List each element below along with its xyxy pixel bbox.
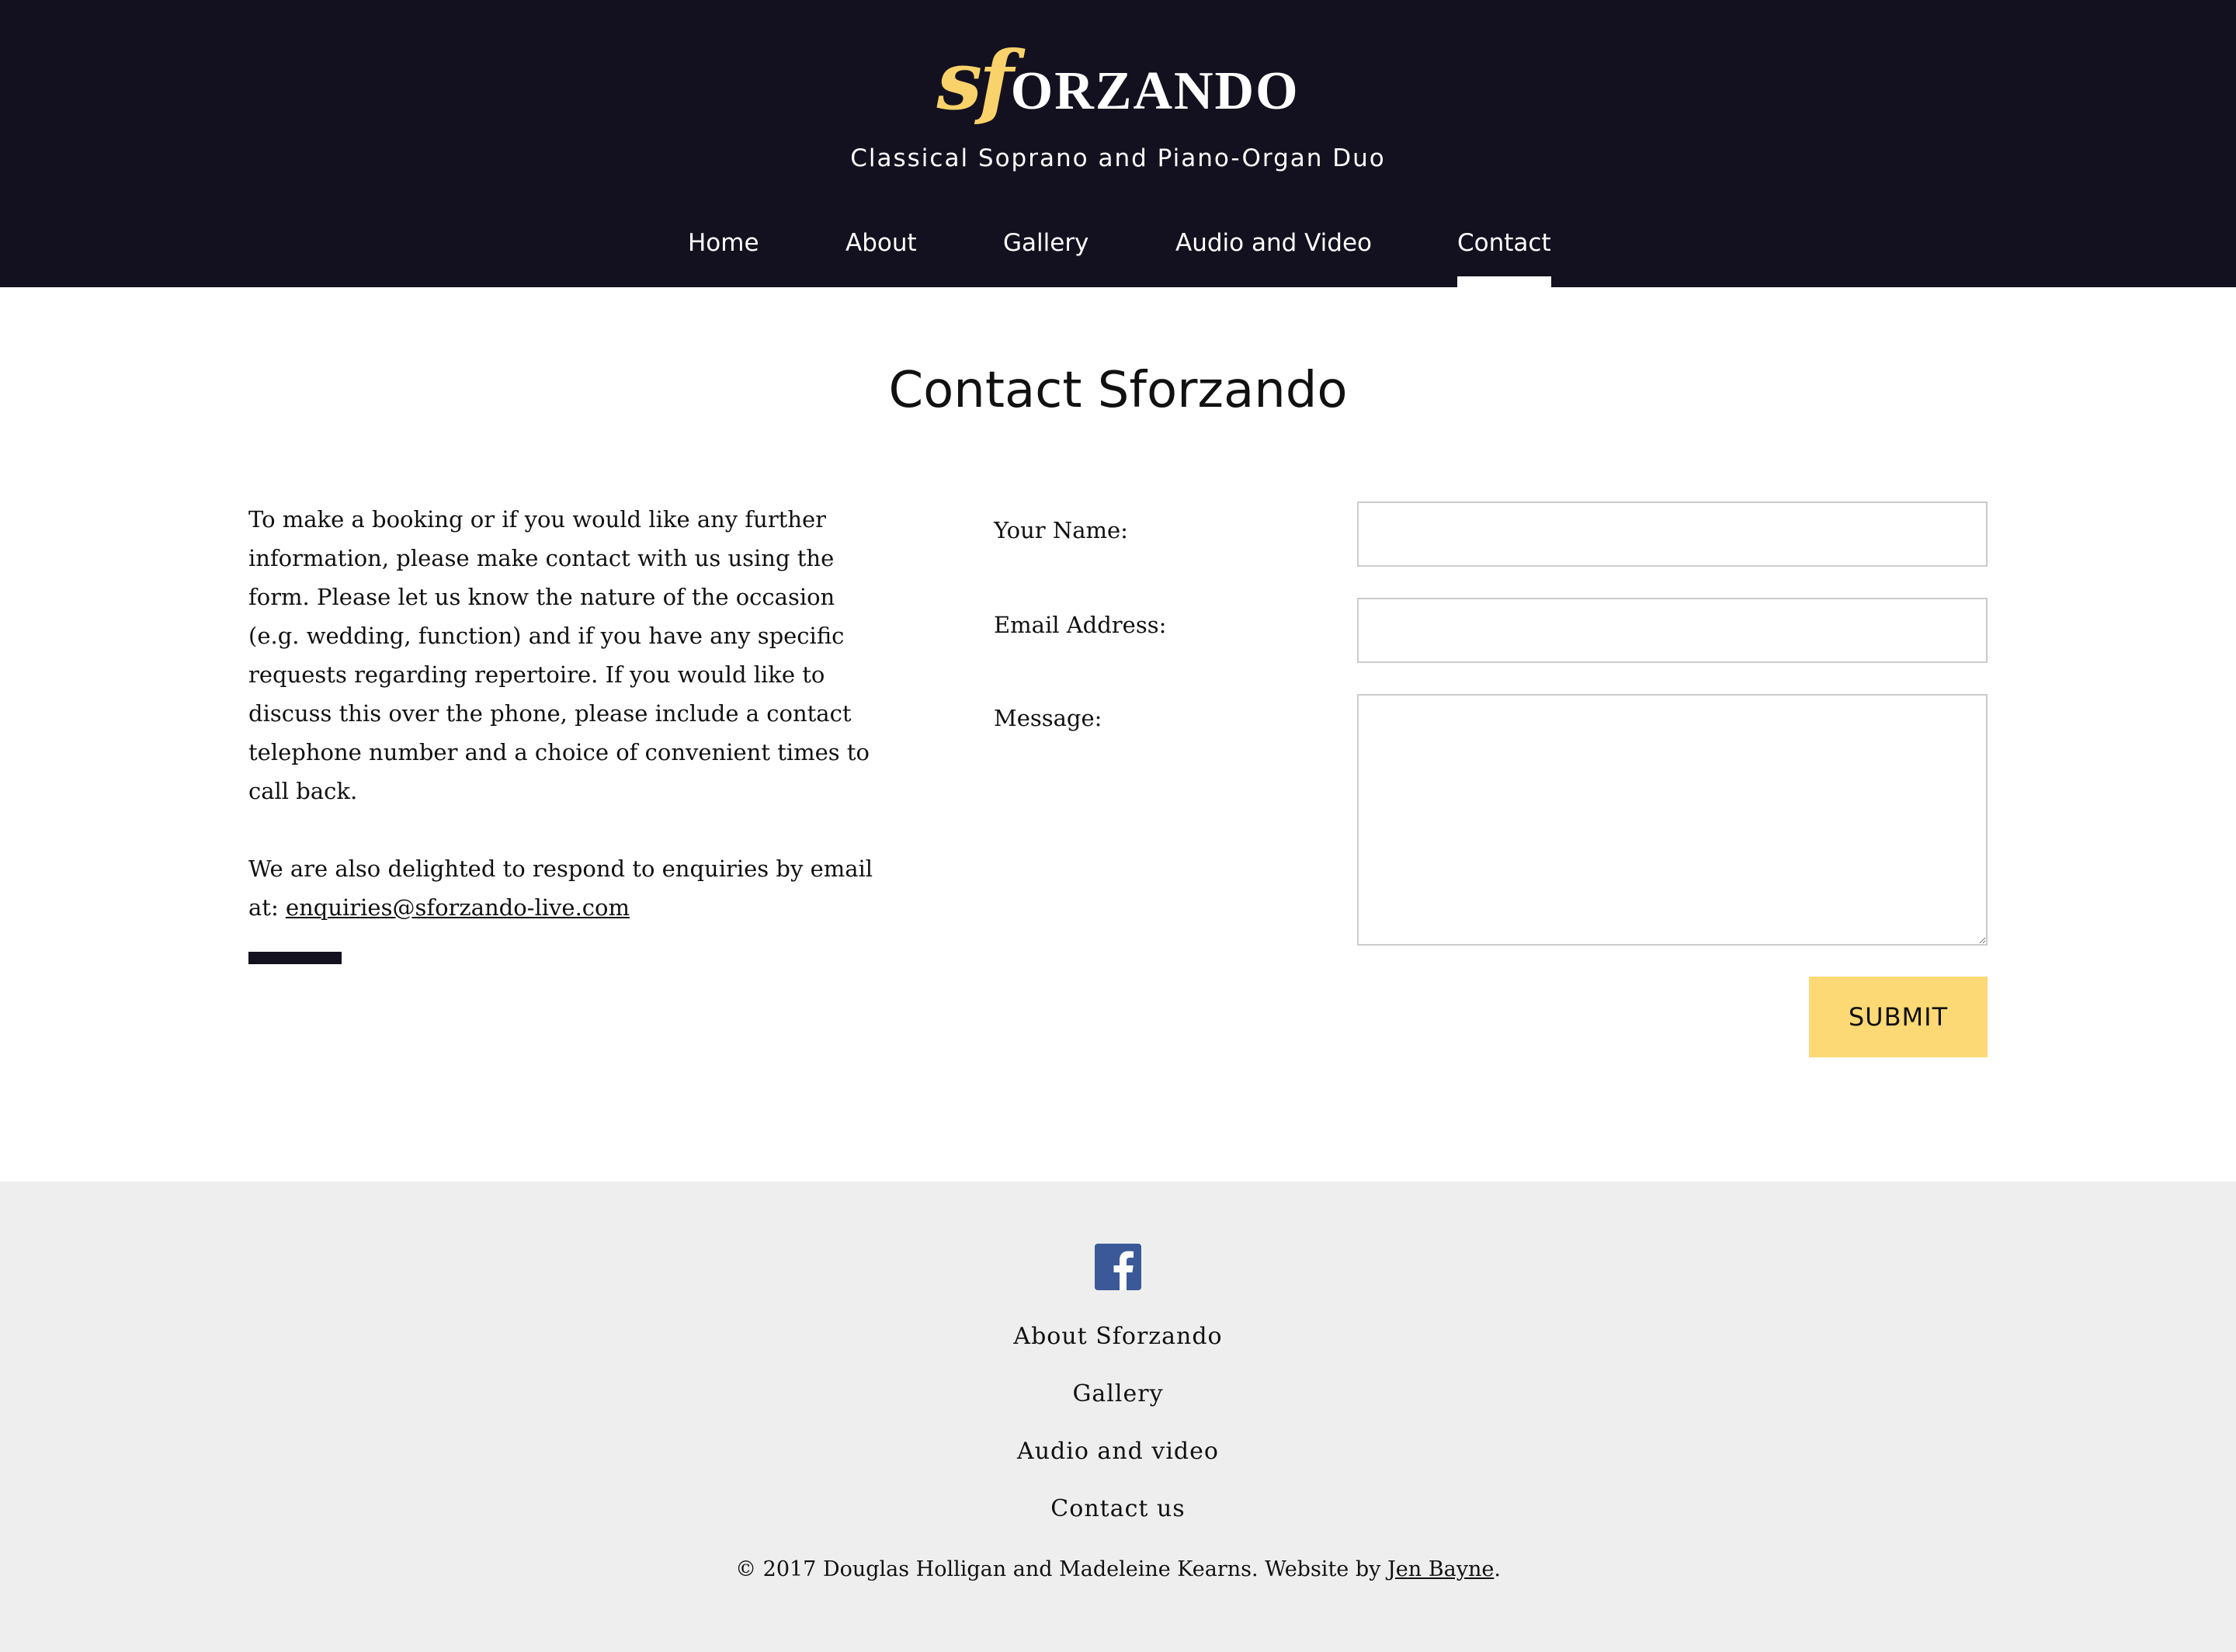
facebook-icon-graphic	[1095, 1244, 1141, 1290]
name-input[interactable]	[1357, 502, 1988, 567]
copyright: © 2017 Douglas Holligan and Madeleine Ke…	[0, 1557, 2236, 1581]
email-label: Email Address:	[994, 612, 1167, 638]
email-link[interactable]: enquiries@sforzando-live.com	[286, 894, 630, 921]
nav-audio-video[interactable]: Audio and Video	[1175, 225, 1372, 287]
nav-contact[interactable]: Contact	[1457, 225, 1551, 287]
message-label: Message:	[994, 705, 1102, 731]
page-title: Contact Sforzando	[888, 362, 1348, 419]
footer-link-about[interactable]: About Sforzando	[0, 1323, 2236, 1350]
copyright-end: .	[1494, 1557, 1501, 1581]
logo-wordmark: ORZANDO	[1010, 61, 1300, 121]
nav-gallery[interactable]: Gallery	[1003, 225, 1088, 287]
nav-about[interactable]: About	[845, 225, 917, 287]
intro-paragraph: To make a booking or if you would like a…	[248, 506, 870, 804]
copyright-text: © 2017 Douglas Holligan and Madeleine Ke…	[735, 1557, 1387, 1581]
site-tagline: Classical Soprano and Piano-Organ Duo	[850, 144, 1386, 172]
site-header: sfORZANDO Classical Soprano and Piano-Or…	[0, 0, 2236, 287]
facebook-icon[interactable]	[1095, 1244, 1141, 1290]
footer-link-audio-video[interactable]: Audio and video	[0, 1438, 2236, 1465]
section-divider	[248, 952, 342, 964]
site-logo[interactable]: sfORZANDO	[0, 40, 2236, 121]
main-nav: Home About Gallery Audio and Video Conta…	[0, 225, 2236, 287]
contact-intro: To make a booking or if you would like a…	[248, 500, 885, 966]
credit-link[interactable]: Jen Bayne	[1387, 1557, 1494, 1581]
footer-link-contact[interactable]: Contact us	[0, 1495, 2236, 1522]
submit-button[interactable]: SUBMIT	[1809, 977, 1988, 1057]
footer-link-gallery[interactable]: Gallery	[0, 1380, 2236, 1407]
message-textarea[interactable]	[1357, 694, 1988, 946]
email-input[interactable]	[1357, 598, 1988, 663]
email-paragraph: We are also delighted to respond to enqu…	[248, 849, 885, 927]
nav-home[interactable]: Home	[688, 225, 759, 287]
name-label: Your Name:	[994, 517, 1128, 543]
site-footer: About Sforzando Gallery Audio and video …	[0, 1182, 2236, 1652]
logo-sf-mark: sf	[936, 33, 1013, 128]
